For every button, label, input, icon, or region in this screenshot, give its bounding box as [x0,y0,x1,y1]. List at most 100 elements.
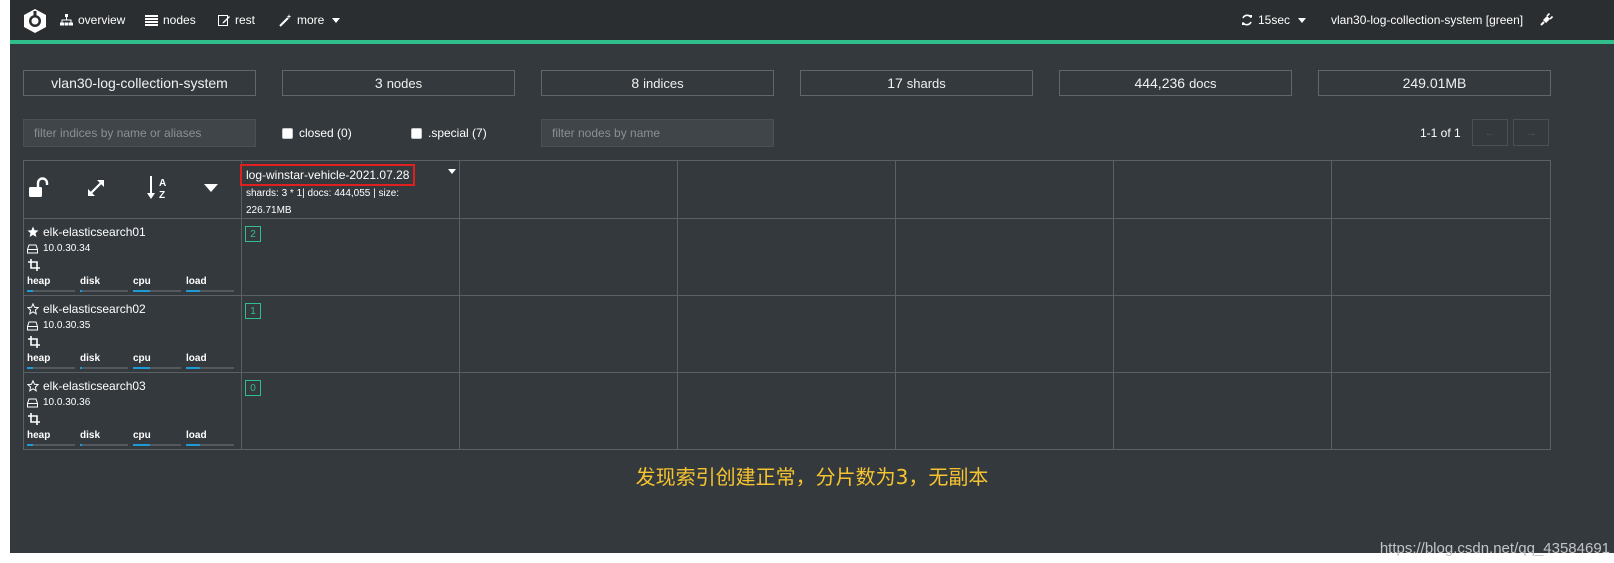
disk-label: disk [80,430,101,441]
total-size: 249.01MB [1402,75,1467,91]
grid-divider [241,161,242,449]
nav-nodes[interactable]: nodes [145,13,196,27]
shard-cell[interactable]: 1 [245,303,261,319]
docs-count: 444,236 [1134,75,1186,91]
grid-divider [1331,161,1332,449]
disconnect-button[interactable] [1540,13,1553,26]
refresh-interval-dropdown[interactable]: 15sec [1241,13,1307,27]
load-track [186,290,234,292]
grid-divider [895,161,896,449]
disk-label: disk [80,353,101,364]
stat-indices: 8 indices [541,70,774,96]
cpu-metric: cpu [133,353,181,371]
chevron-down-icon [332,17,341,23]
node-row: elk-elasticsearch02 10.0.30.35 heap disk… [27,298,237,372]
node-name-label: elk-elasticsearch03 [43,379,146,393]
unlock-icon[interactable] [28,177,50,199]
next-page-button[interactable]: → [1513,119,1549,146]
special-checkbox[interactable] [411,127,422,139]
stat-shards: 17 shards [800,70,1033,96]
nav-overview[interactable]: overview [60,13,125,27]
load-label: load [186,430,207,441]
cpu-label: cpu [133,353,151,364]
cpu-label: cpu [133,430,151,441]
heap-bar [27,290,33,292]
shards-unit: shards [906,75,946,91]
cluster-status-label: vlan30-log-collection-system [green] [1331,13,1524,27]
filter-indices-input[interactable] [23,119,256,147]
load-bar [186,444,201,446]
nav-more[interactable]: more [279,13,341,27]
hdd-icon [27,398,38,407]
grid-divider [1113,161,1114,449]
watermark: https://blog.csdn.net/qq_43584691 [1379,540,1610,557]
nav-nodes-label: nodes [163,13,196,27]
expand-icon[interactable] [86,178,106,198]
cluster-name: vlan30-log-collection-system [51,75,228,91]
heap-metric: heap [27,430,75,448]
cpu-bar [133,367,150,369]
star-outline-icon [27,303,39,315]
hdd-icon [27,244,38,253]
refresh-interval-label: 15sec [1258,13,1291,27]
shard-cell[interactable]: 2 [245,226,261,242]
nav-more-label: more [297,13,325,27]
special-label: .special (7) [428,126,487,140]
sort-alpha-icon[interactable]: A Z [146,175,170,201]
sitemap-icon [60,14,73,26]
plug-icon [1540,13,1553,26]
annotation-caption: 发现索引创建正常，分片数为3，无副本 [635,465,989,489]
node-row: elk-elasticsearch03 10.0.30.36 heap disk… [27,375,237,449]
filter-nodes-input[interactable] [541,119,774,147]
index-name-header[interactable]: log-winstar-vehicle-2021.07.28 [240,164,416,186]
cpu-bar [133,290,150,292]
cerebro-app: overview nodes rest more 15sec vlan30-lo… [10,0,1614,553]
crop-icon [28,336,40,348]
closed-indices-toggle[interactable]: closed (0) [282,126,352,140]
next-page-label: → [1525,126,1537,139]
indices-unit: indices [643,75,684,91]
cpu-track [133,290,181,292]
disk-metric: disk [80,276,128,294]
master-star-icon [27,226,39,237]
nav-overview-label: overview [78,13,126,27]
cerebro-logo-icon[interactable] [22,8,48,34]
node-metrics: heap disk cpu load [27,430,237,448]
node-ip: 10.0.30.35 [27,320,90,331]
node-ip-label: 10.0.30.36 [43,397,91,408]
load-bar [186,290,201,292]
pager-summary: 1-1 of 1 [1420,126,1461,140]
node-ip: 10.0.30.36 [27,397,90,408]
star-outline-icon [27,380,39,392]
closed-label: closed (0) [299,126,352,140]
caret-down-icon[interactable] [204,183,218,193]
cpu-track [133,367,181,369]
special-indices-toggle[interactable]: .special (7) [411,126,487,140]
node-ip-label: 10.0.30.35 [43,320,91,331]
heap-track [27,444,75,446]
disk-track [80,367,128,369]
heap-bar [27,367,33,369]
disk-metric: disk [80,430,128,448]
heap-bar [27,444,33,446]
heap-label: heap [27,276,51,287]
cpu-label: cpu [133,276,151,287]
shards-count: 17 [887,75,903,91]
shard-cell[interactable]: 0 [245,380,261,396]
svg-text:Z: Z [159,190,165,201]
disk-bar [80,290,83,292]
node-name[interactable]: elk-elasticsearch02 [27,302,146,316]
node-metrics: heap disk cpu load [27,276,237,294]
nav-rest[interactable]: rest [218,13,255,27]
disk-bar [80,367,83,369]
node-ip-label: 10.0.30.34 [43,243,91,254]
node-metrics: heap disk cpu load [27,353,237,371]
closed-checkbox[interactable] [282,127,293,139]
node-name[interactable]: elk-elasticsearch03 [27,379,146,393]
prev-page-button[interactable]: ← [1472,119,1508,146]
index-dropdown-caret-icon[interactable] [448,169,456,174]
node-name[interactable]: elk-elasticsearch01 [27,225,146,239]
list-icon [145,14,158,26]
hdd-icon [27,321,38,330]
cpu-metric: cpu [133,276,181,294]
